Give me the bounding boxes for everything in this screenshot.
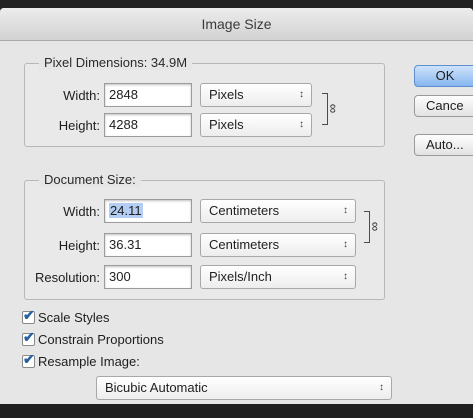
doc-width-value: 24.11: [109, 203, 143, 218]
resolution-unit-value: Pixels/Inch: [209, 269, 272, 284]
pixel-width-label: Width:: [63, 88, 100, 103]
checkmark-icon: ✔: [23, 329, 35, 345]
document-size-legend: Document Size:: [39, 172, 141, 187]
constrain-proportions-label: Constrain Proportions: [38, 332, 164, 347]
doc-height-unit-value: Centimeters: [209, 237, 280, 252]
dialog-title: Image Size: [0, 8, 473, 41]
chain-link-icon: ∞: [368, 221, 384, 232]
resample-image-label: Resample Image:: [38, 354, 140, 369]
bottom-edge: [0, 404, 473, 418]
select-arrows-icon: ↕: [343, 205, 348, 216]
checkmark-icon: ✔: [23, 307, 35, 323]
cancel-button[interactable]: Cance: [414, 95, 473, 117]
pixel-height-unit-value: Pixels: [209, 117, 244, 132]
resolution-input[interactable]: 300: [104, 265, 192, 289]
resample-method-select[interactable]: Bicubic Automatic ↕: [96, 376, 392, 400]
select-arrows-icon: ↕: [379, 382, 384, 393]
pixel-width-unit-select[interactable]: Pixels ↕: [200, 83, 312, 107]
checkbox-box: ✔: [22, 351, 35, 368]
resample-method-value: Bicubic Automatic: [105, 380, 208, 395]
ok-button[interactable]: OK: [414, 65, 473, 87]
pixel-width-input[interactable]: 2848: [104, 83, 192, 107]
select-arrows-icon: ↕: [299, 89, 304, 100]
pixel-height-label: Height:: [58, 118, 100, 133]
auto-button[interactable]: Auto...: [414, 134, 473, 156]
doc-height-unit-select[interactable]: Centimeters ↕: [200, 233, 356, 257]
select-arrows-icon: ↕: [343, 239, 348, 250]
doc-height-label: Height:: [58, 238, 100, 253]
pixel-width-unit-value: Pixels: [209, 87, 244, 102]
pixel-dimensions-legend: Pixel Dimensions: 34.9M: [39, 55, 193, 70]
image-size-dialog: Image Size Pixel Dimensions: 34.9M Width…: [0, 8, 473, 404]
resample-image-checkbox[interactable]: ✔ Resample Image:: [22, 351, 140, 370]
doc-width-unit-value: Centimeters: [209, 203, 280, 218]
checkbox-box: ✔: [22, 329, 35, 346]
doc-width-unit-select[interactable]: Centimeters ↕: [200, 199, 356, 223]
top-edge: [0, 0, 473, 8]
doc-width-label: Width:: [63, 204, 100, 219]
resolution-unit-select[interactable]: Pixels/Inch ↕: [200, 265, 356, 289]
select-arrows-icon: ↕: [343, 271, 348, 282]
resolution-label: Resolution:: [34, 270, 100, 285]
scale-styles-label: Scale Styles: [38, 310, 110, 325]
pixel-height-input[interactable]: 4288: [104, 113, 192, 137]
constrain-proportions-checkbox[interactable]: ✔ Constrain Proportions: [22, 329, 164, 348]
checkbox-box: ✔: [22, 307, 35, 324]
doc-width-input[interactable]: 24.11: [104, 199, 192, 223]
scale-styles-checkbox[interactable]: ✔ Scale Styles: [22, 307, 110, 326]
pixel-height-unit-select[interactable]: Pixels ↕: [200, 113, 312, 137]
select-arrows-icon: ↕: [299, 119, 304, 130]
chain-link-icon: ∞: [326, 103, 342, 114]
doc-height-input[interactable]: 36.31: [104, 233, 192, 257]
checkmark-icon: ✔: [23, 351, 35, 367]
